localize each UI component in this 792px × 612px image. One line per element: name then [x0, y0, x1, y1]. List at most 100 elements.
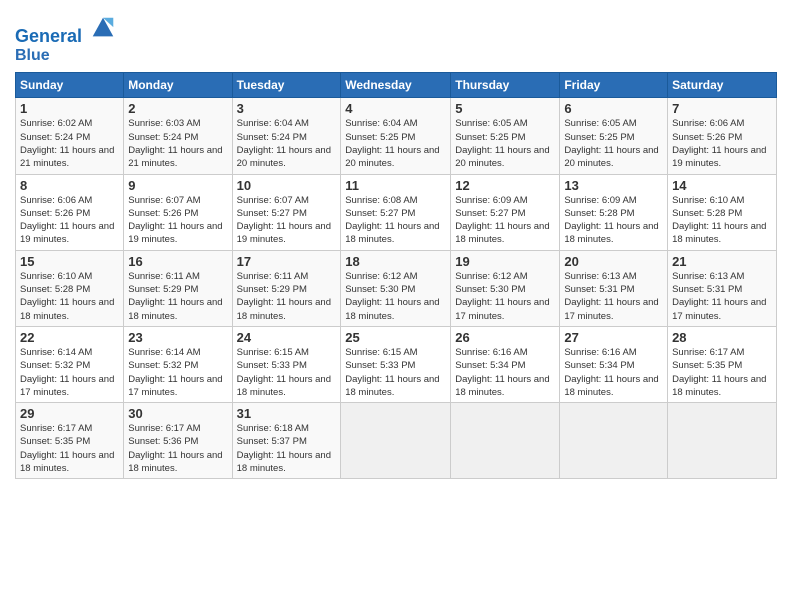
- day-info: Sunrise: 6:05 AM Sunset: 5:25 PM Dayligh…: [455, 117, 555, 170]
- day-info: Sunrise: 6:13 AM Sunset: 5:31 PM Dayligh…: [672, 270, 772, 323]
- day-number: 3: [237, 101, 337, 116]
- logo-blue: Blue: [15, 47, 117, 65]
- day-info: Sunrise: 6:15 AM Sunset: 5:33 PM Dayligh…: [345, 346, 446, 399]
- day-number: 14: [672, 178, 772, 193]
- day-number: 18: [345, 254, 446, 269]
- day-info: Sunrise: 6:06 AM Sunset: 5:26 PM Dayligh…: [20, 194, 119, 247]
- day-info: Sunrise: 6:02 AM Sunset: 5:24 PM Dayligh…: [20, 117, 119, 170]
- calendar-cell: 22 Sunrise: 6:14 AM Sunset: 5:32 PM Dayl…: [16, 326, 124, 402]
- calendar-cell: 21 Sunrise: 6:13 AM Sunset: 5:31 PM Dayl…: [668, 250, 777, 326]
- calendar-header-saturday: Saturday: [668, 73, 777, 98]
- calendar-cell: 18 Sunrise: 6:12 AM Sunset: 5:30 PM Dayl…: [341, 250, 451, 326]
- day-number: 4: [345, 101, 446, 116]
- day-number: 1: [20, 101, 119, 116]
- calendar-table: SundayMondayTuesdayWednesdayThursdayFrid…: [15, 72, 777, 479]
- calendar-cell: 17 Sunrise: 6:11 AM Sunset: 5:29 PM Dayl…: [232, 250, 341, 326]
- calendar-header-friday: Friday: [560, 73, 668, 98]
- calendar-header-tuesday: Tuesday: [232, 73, 341, 98]
- calendar-cell: 31 Sunrise: 6:18 AM Sunset: 5:37 PM Dayl…: [232, 403, 341, 479]
- day-number: 11: [345, 178, 446, 193]
- day-info: Sunrise: 6:10 AM Sunset: 5:28 PM Dayligh…: [20, 270, 119, 323]
- calendar-header-wednesday: Wednesday: [341, 73, 451, 98]
- day-number: 2: [128, 101, 227, 116]
- day-number: 24: [237, 330, 337, 345]
- day-info: Sunrise: 6:16 AM Sunset: 5:34 PM Dayligh…: [455, 346, 555, 399]
- day-number: 20: [564, 254, 663, 269]
- day-number: 21: [672, 254, 772, 269]
- day-info: Sunrise: 6:09 AM Sunset: 5:28 PM Dayligh…: [564, 194, 663, 247]
- day-info: Sunrise: 6:04 AM Sunset: 5:25 PM Dayligh…: [345, 117, 446, 170]
- day-number: 13: [564, 178, 663, 193]
- day-info: Sunrise: 6:17 AM Sunset: 5:35 PM Dayligh…: [20, 422, 119, 475]
- calendar-cell: 15 Sunrise: 6:10 AM Sunset: 5:28 PM Dayl…: [16, 250, 124, 326]
- day-number: 28: [672, 330, 772, 345]
- calendar-cell: [341, 403, 451, 479]
- calendar-cell: [668, 403, 777, 479]
- day-number: 8: [20, 178, 119, 193]
- calendar-cell: 26 Sunrise: 6:16 AM Sunset: 5:34 PM Dayl…: [451, 326, 560, 402]
- day-info: Sunrise: 6:06 AM Sunset: 5:26 PM Dayligh…: [672, 117, 772, 170]
- day-number: 12: [455, 178, 555, 193]
- calendar-cell: 27 Sunrise: 6:16 AM Sunset: 5:34 PM Dayl…: [560, 326, 668, 402]
- calendar-cell: 12 Sunrise: 6:09 AM Sunset: 5:27 PM Dayl…: [451, 174, 560, 250]
- day-number: 22: [20, 330, 119, 345]
- day-info: Sunrise: 6:12 AM Sunset: 5:30 PM Dayligh…: [455, 270, 555, 323]
- day-info: Sunrise: 6:07 AM Sunset: 5:27 PM Dayligh…: [237, 194, 337, 247]
- day-number: 27: [564, 330, 663, 345]
- day-info: Sunrise: 6:09 AM Sunset: 5:27 PM Dayligh…: [455, 194, 555, 247]
- day-number: 30: [128, 406, 227, 421]
- calendar-header-row: SundayMondayTuesdayWednesdayThursdayFrid…: [16, 73, 777, 98]
- calendar-cell: 30 Sunrise: 6:17 AM Sunset: 5:36 PM Dayl…: [124, 403, 232, 479]
- calendar-cell: 23 Sunrise: 6:14 AM Sunset: 5:32 PM Dayl…: [124, 326, 232, 402]
- calendar-cell: 6 Sunrise: 6:05 AM Sunset: 5:25 PM Dayli…: [560, 98, 668, 174]
- calendar-cell: 25 Sunrise: 6:15 AM Sunset: 5:33 PM Dayl…: [341, 326, 451, 402]
- calendar-week-1: 1 Sunrise: 6:02 AM Sunset: 5:24 PM Dayli…: [16, 98, 777, 174]
- calendar-cell: [560, 403, 668, 479]
- calendar-header-thursday: Thursday: [451, 73, 560, 98]
- logo-icon: [89, 14, 117, 42]
- calendar-header-monday: Monday: [124, 73, 232, 98]
- logo-text: General: [15, 14, 117, 47]
- calendar-cell: 20 Sunrise: 6:13 AM Sunset: 5:31 PM Dayl…: [560, 250, 668, 326]
- day-number: 25: [345, 330, 446, 345]
- calendar-cell: 11 Sunrise: 6:08 AM Sunset: 5:27 PM Dayl…: [341, 174, 451, 250]
- day-info: Sunrise: 6:11 AM Sunset: 5:29 PM Dayligh…: [237, 270, 337, 323]
- day-number: 31: [237, 406, 337, 421]
- day-info: Sunrise: 6:14 AM Sunset: 5:32 PM Dayligh…: [128, 346, 227, 399]
- logo: General Blue: [15, 14, 117, 64]
- day-info: Sunrise: 6:13 AM Sunset: 5:31 PM Dayligh…: [564, 270, 663, 323]
- calendar-cell: 9 Sunrise: 6:07 AM Sunset: 5:26 PM Dayli…: [124, 174, 232, 250]
- day-number: 7: [672, 101, 772, 116]
- calendar-cell: 1 Sunrise: 6:02 AM Sunset: 5:24 PM Dayli…: [16, 98, 124, 174]
- day-number: 5: [455, 101, 555, 116]
- day-info: Sunrise: 6:18 AM Sunset: 5:37 PM Dayligh…: [237, 422, 337, 475]
- day-info: Sunrise: 6:14 AM Sunset: 5:32 PM Dayligh…: [20, 346, 119, 399]
- calendar-cell: 10 Sunrise: 6:07 AM Sunset: 5:27 PM Dayl…: [232, 174, 341, 250]
- day-number: 17: [237, 254, 337, 269]
- day-number: 23: [128, 330, 227, 345]
- day-info: Sunrise: 6:15 AM Sunset: 5:33 PM Dayligh…: [237, 346, 337, 399]
- day-info: Sunrise: 6:17 AM Sunset: 5:36 PM Dayligh…: [128, 422, 227, 475]
- calendar-week-3: 15 Sunrise: 6:10 AM Sunset: 5:28 PM Dayl…: [16, 250, 777, 326]
- day-number: 16: [128, 254, 227, 269]
- day-info: Sunrise: 6:04 AM Sunset: 5:24 PM Dayligh…: [237, 117, 337, 170]
- day-info: Sunrise: 6:12 AM Sunset: 5:30 PM Dayligh…: [345, 270, 446, 323]
- calendar-cell: 3 Sunrise: 6:04 AM Sunset: 5:24 PM Dayli…: [232, 98, 341, 174]
- calendar-week-4: 22 Sunrise: 6:14 AM Sunset: 5:32 PM Dayl…: [16, 326, 777, 402]
- calendar-cell: 14 Sunrise: 6:10 AM Sunset: 5:28 PM Dayl…: [668, 174, 777, 250]
- calendar-cell: 2 Sunrise: 6:03 AM Sunset: 5:24 PM Dayli…: [124, 98, 232, 174]
- calendar-week-2: 8 Sunrise: 6:06 AM Sunset: 5:26 PM Dayli…: [16, 174, 777, 250]
- day-number: 10: [237, 178, 337, 193]
- calendar-cell: 13 Sunrise: 6:09 AM Sunset: 5:28 PM Dayl…: [560, 174, 668, 250]
- day-number: 26: [455, 330, 555, 345]
- day-number: 6: [564, 101, 663, 116]
- day-number: 9: [128, 178, 227, 193]
- day-info: Sunrise: 6:17 AM Sunset: 5:35 PM Dayligh…: [672, 346, 772, 399]
- calendar-cell: 19 Sunrise: 6:12 AM Sunset: 5:30 PM Dayl…: [451, 250, 560, 326]
- header: General Blue: [15, 10, 777, 64]
- calendar-cell: 24 Sunrise: 6:15 AM Sunset: 5:33 PM Dayl…: [232, 326, 341, 402]
- day-info: Sunrise: 6:05 AM Sunset: 5:25 PM Dayligh…: [564, 117, 663, 170]
- calendar-cell: 8 Sunrise: 6:06 AM Sunset: 5:26 PM Dayli…: [16, 174, 124, 250]
- day-info: Sunrise: 6:16 AM Sunset: 5:34 PM Dayligh…: [564, 346, 663, 399]
- day-number: 15: [20, 254, 119, 269]
